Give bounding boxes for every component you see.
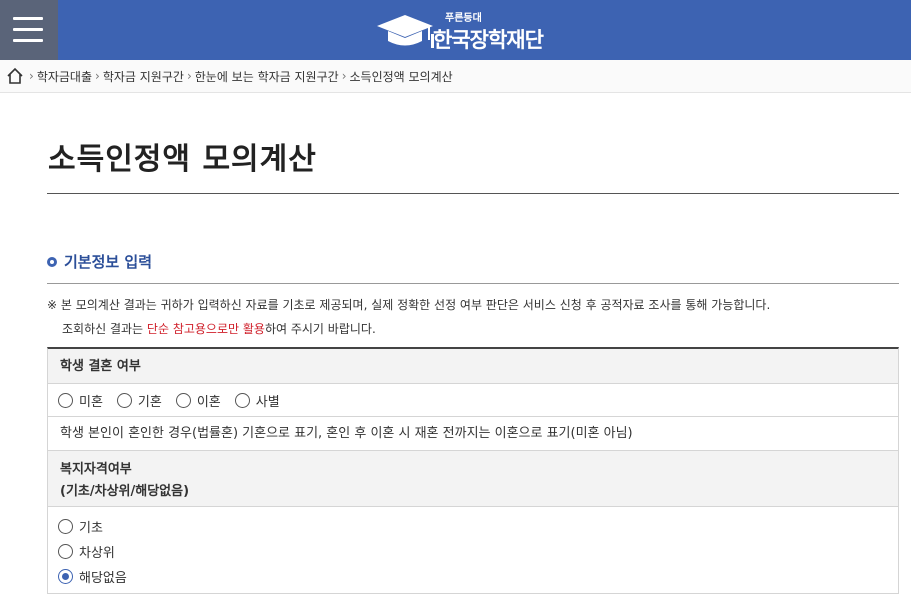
section-heading: 기본정보 입력 xyxy=(47,251,152,272)
page-title: 소득인정액 모의계산 xyxy=(48,142,317,177)
marriage-status-help: 학생 본인이 혼인한 경우(법률혼) 기혼으로 표기, 혼인 후 이혼 시 재혼… xyxy=(48,417,898,451)
radio-widowed[interactable]: 사별 xyxy=(234,388,280,413)
marriage-status-label: 학생 결혼 여부 xyxy=(48,349,898,384)
radio-label: 기혼 xyxy=(137,394,162,410)
radio-not-applicable[interactable]: 해당없음 xyxy=(58,564,898,589)
radio-label: 해당없음 xyxy=(79,571,127,586)
logo-title: 한국장학재단 xyxy=(433,28,544,52)
notice-line-2-post: 하여 주시기 바랍니다. xyxy=(264,322,376,336)
chevron-right-icon: › xyxy=(341,69,347,83)
radio-label: 사별 xyxy=(255,394,280,410)
breadcrumb-item[interactable]: 학자금대출 xyxy=(37,68,92,85)
logo-subtitle: 푸른등대 xyxy=(445,13,482,24)
notice-warning-highlight: 단순 참고용으로만 활용 xyxy=(146,322,265,336)
radio-near-poverty[interactable]: 차상위 xyxy=(58,539,898,564)
radio-married[interactable]: 기혼 xyxy=(116,388,162,413)
welfare-status-label: 복지자격여부 (기초/차상위/해당없음) xyxy=(48,451,898,507)
basic-info-form: 학생 결혼 여부 미혼 기혼 이혼 사별 학생 본인이 혼인한 경우(법률혼) … xyxy=(47,347,899,594)
radio-basic-livelihood[interactable]: 기초 xyxy=(58,514,898,539)
top-header: 푸른등대 한국장학재단 xyxy=(0,0,911,60)
radio-label: 차상위 xyxy=(79,546,115,561)
radio-circle xyxy=(58,544,73,559)
welfare-label-line-1: 복지자격여부 xyxy=(60,462,132,477)
site-logo[interactable]: 푸른등대 한국장학재단 xyxy=(375,8,575,52)
radio-label: 미혼 xyxy=(79,394,103,410)
breadcrumb: › 학자금대출 › 학자금 지원구간 › 한눈에 보는 학자금 지원구간 › 소… xyxy=(0,60,911,93)
notice-line-1: ※ 본 모의계산 결과는 귀하가 입력하신 자료를 기초로 제공되며, 실제 정… xyxy=(47,298,771,312)
marriage-status-options: 미혼 기혼 이혼 사별 xyxy=(48,384,898,417)
radio-divorced[interactable]: 이혼 xyxy=(175,388,221,413)
notice-line-2-pre: 조회하신 결과는 xyxy=(62,322,147,336)
section-divider xyxy=(47,283,899,284)
menu-bar-icon xyxy=(13,39,43,42)
breadcrumb-item-current: 소득인정액 모의계산 xyxy=(349,69,453,84)
radio-circle xyxy=(175,392,191,408)
radio-circle xyxy=(58,519,73,534)
breadcrumb-item[interactable]: 학자금 지원구간 xyxy=(103,68,184,85)
section-title: 기본정보 입력 xyxy=(64,253,153,271)
title-divider xyxy=(47,193,899,194)
graduation-cap-icon xyxy=(377,15,434,48)
menu-bar-icon xyxy=(13,17,43,20)
notice-text: ※ 본 모의계산 결과는 귀하가 입력하신 자료를 기초로 제공되며, 실제 정… xyxy=(47,293,907,341)
menu-bar-icon xyxy=(13,28,43,31)
chevron-right-icon: › xyxy=(95,69,100,83)
radio-circle xyxy=(116,392,132,408)
chevron-right-icon: › xyxy=(29,69,34,83)
radio-label: 이혼 xyxy=(196,394,221,410)
radio-circle xyxy=(58,392,73,408)
welfare-status-options: 기초 차상위 해당없음 xyxy=(48,507,898,594)
radio-circle xyxy=(234,392,250,408)
bullet-circle-icon xyxy=(47,256,57,267)
radio-circle-checked xyxy=(58,569,73,584)
hamburger-menu-button[interactable] xyxy=(0,0,58,60)
notice-line-2: 조회하신 결과는 단순 참고용으로만 활용하여 주시기 바랍니다. xyxy=(47,317,907,341)
home-icon[interactable] xyxy=(6,67,24,85)
radio-label: 기초 xyxy=(79,521,103,536)
radio-unmarried[interactable]: 미혼 xyxy=(58,388,103,413)
welfare-label-line-2: (기초/차상위/해당없음) xyxy=(60,484,190,499)
breadcrumb-item[interactable]: 한눈에 보는 학자금 지원구간 xyxy=(195,68,339,85)
chevron-right-icon: › xyxy=(186,69,192,83)
